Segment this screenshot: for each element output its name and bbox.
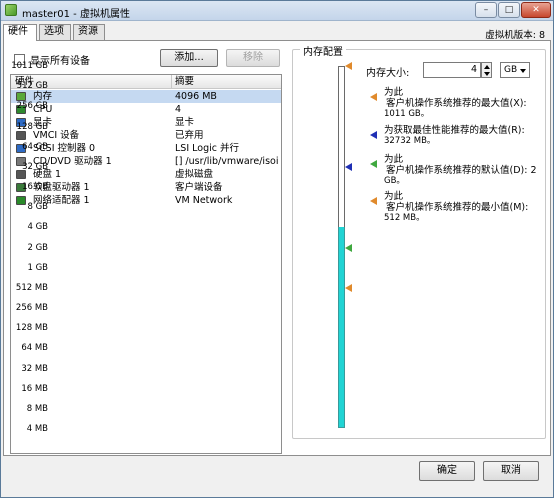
scale-tick-label: 8 GB (27, 202, 48, 213)
memory-slider-fill[interactable] (338, 227, 345, 428)
hardware-row-summary: 4 (175, 104, 182, 115)
scale-tick-label: 512 GB (16, 81, 48, 92)
hardware-row-summary: 4096 MB (175, 91, 217, 102)
tab-hardware[interactable]: 硬件 (3, 24, 37, 41)
scale-tick-label: 32 GB (22, 161, 48, 172)
scale-tick-label: 64 GB (22, 141, 48, 152)
recommendation-block: 为此 客户机操作系统推荐的最大值(X): 1011 GB。 (370, 87, 544, 120)
recommendation-value: 1011 GB。 (384, 109, 430, 119)
scale-tick-label: 256 MB (15, 303, 48, 313)
vmci-icon (16, 131, 26, 140)
green-marker-icon (345, 243, 352, 252)
spinner-down-icon[interactable] (484, 72, 490, 76)
blue-marker-icon (370, 131, 377, 139)
scale-tick-label: 64 MB (21, 343, 48, 354)
hardware-row[interactable]: VMCI 设备 已弃用 (11, 129, 281, 142)
ok-button[interactable]: 确定 (419, 461, 475, 481)
hardware-row-summary: VM Network (175, 195, 233, 206)
memory-size-spinner[interactable] (481, 62, 492, 78)
recommendation-line2: 客户机操作系统推荐的最小值(M): (386, 202, 529, 213)
recommendation-block: 为此 客户机操作系统推荐的默认值(D): 2 GB。 (370, 154, 544, 187)
vm-properties-window: master01 - 虚拟机属性 – □ ✕ 硬件 选项 资源 虚拟机版本: 8… (0, 0, 554, 498)
cancel-button[interactable]: 取消 (483, 461, 539, 481)
scale-tick-label: 16 MB (21, 383, 48, 394)
scale-tick-label: 32 MB (21, 363, 48, 374)
spinner-up-icon[interactable] (484, 65, 490, 69)
hardware-row-summary: [] /usr/lib/vmware/isoi... (175, 156, 279, 167)
hardware-row[interactable]: CD/DVD 驱动器 1[] /usr/lib/vmware/isoi... (11, 155, 281, 168)
recommendation-block: 为获取最佳性能推荐的最大值(R): 32732 MB。 (370, 125, 544, 147)
hardware-row[interactable]: SCSI 控制器 0 LSI Logic 并行 (11, 142, 281, 155)
orange-marker-icon (345, 283, 352, 292)
memory-unit-value: GB (504, 65, 518, 75)
scale-tick-label: 4 MB (26, 424, 48, 434)
memory-unit-select[interactable]: GB (500, 62, 530, 78)
recommendation-line2: 客户机操作系统推荐的最大值(X): (386, 98, 527, 109)
hardware-row[interactable]: 内存 4096 MB (11, 90, 281, 103)
scale-tick-label: 4 GB (27, 222, 48, 233)
hardware-row[interactable]: 显卡 显卡 (11, 116, 281, 129)
column-separator (171, 75, 172, 88)
scale-tick-label: 8 MB (26, 403, 48, 414)
hardware-row-summary: 已弃用 (175, 130, 204, 141)
scale-tick-label: 1011 GB (11, 61, 48, 71)
scale-tick-label: 1 GB (27, 262, 48, 273)
tab-resources[interactable]: 资源 (73, 24, 105, 40)
green-marker-icon (370, 160, 377, 168)
memory-size-label: 内存大小: (366, 68, 410, 79)
title-bar: master01 - 虚拟机属性 – □ ✕ (1, 1, 553, 21)
recommendation-line1: 为此 (384, 87, 404, 98)
hardware-row-summary: 虚拟磁盘 (175, 169, 214, 180)
column-summary[interactable]: 摘要 (175, 75, 194, 88)
hardware-row-summary: 客户端设备 (175, 182, 223, 193)
scale-tick-label: 2 GB (27, 242, 48, 253)
tab-options[interactable]: 选项 (39, 24, 71, 40)
window-title: master01 - 虚拟机属性 (22, 9, 130, 20)
recommendation-value: 512 MB。 (384, 213, 425, 223)
memory-size-input[interactable]: 4 (423, 62, 481, 78)
recommendation-line1: 为此 (384, 154, 404, 165)
vm-app-icon (5, 4, 17, 16)
scale-tick-label: 256 GB (16, 101, 48, 112)
memory-config-legend: 内存配置 (300, 43, 346, 58)
scale-tick-label: 128 GB (16, 121, 48, 132)
scale-tick-label: 16 GB (22, 182, 48, 192)
hardware-list-header: 硬件 摘要 (11, 75, 281, 89)
hardware-tab-page: 显示所有设备 添加... 移除 硬件 摘要 内存 4096 MB CPU 4 显卡 显卡 V… (3, 40, 551, 456)
orange-marker-icon (370, 93, 377, 101)
recommendation-line2: 客户机操作系统推荐的默认值(D): 2 (386, 165, 537, 176)
maximize-button[interactable]: □ (498, 2, 520, 18)
hardware-list: 硬件 摘要 内存 4096 MB CPU 4 显卡 显卡 VMCI 设备 已弃用 SCSI 控制… (10, 74, 282, 454)
remove-button[interactable]: 移除 (226, 49, 280, 67)
hardware-row[interactable]: 硬盘 1 虚拟磁盘 (11, 168, 281, 181)
chevron-down-icon (520, 69, 526, 73)
hardware-row[interactable]: 网络适配器 1 VM Network (11, 194, 281, 207)
recommendation-block: 为此 客户机操作系统推荐的最小值(M): 512 MB。 (370, 191, 544, 224)
recommendation-value: GB。 (384, 176, 405, 186)
scale-tick-label: 128 MB (15, 323, 48, 334)
close-button[interactable]: ✕ (521, 2, 551, 18)
hardware-row[interactable]: 软盘驱动器 1 客户端设备 (11, 181, 281, 194)
scale-tick-label: 512 MB (15, 282, 48, 293)
hardware-row[interactable]: CPU 4 (11, 103, 281, 116)
orange-marker-icon (370, 197, 377, 205)
recommendation-line1: 为获取最佳性能推荐的最大值(R): (384, 125, 525, 136)
blue-marker-icon (345, 162, 352, 171)
memory-icon (16, 92, 26, 101)
orange-marker-icon (345, 62, 352, 70)
add-button[interactable]: 添加... (160, 49, 218, 67)
hardware-row-summary: LSI Logic 并行 (175, 143, 239, 154)
vm-version-label: 虚拟机版本: 8 (485, 30, 545, 41)
minimize-button[interactable]: – (475, 2, 497, 18)
recommendation-value: 32732 MB。 (384, 136, 436, 146)
recommendation-line1: 为此 (384, 191, 404, 202)
hardware-row-summary: 显卡 (175, 117, 195, 128)
